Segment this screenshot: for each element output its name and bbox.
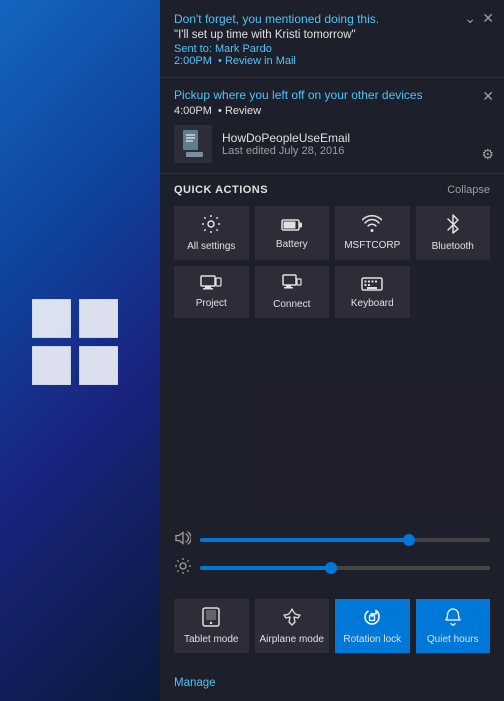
tile-keyboard-label: Keyboard (351, 298, 394, 310)
tile-empty (416, 266, 491, 318)
notification-1-title: Don't forget, you mentioned doing this. (174, 12, 490, 26)
notification-1-sep: • (218, 55, 222, 67)
tile-quiet-hours-label: Quiet hours (427, 634, 479, 646)
quick-actions-title: QUICK ACTIONS (174, 184, 268, 196)
volume-fill (200, 538, 409, 542)
action-center-panel: Don't forget, you mentioned doing this. … (160, 0, 504, 701)
tile-all-settings-label: All settings (187, 241, 235, 253)
tile-battery-label: Battery (276, 239, 308, 251)
notification-1-body: "I'll set up time with Kristi tomorrow" (174, 29, 490, 41)
rotation-lock-icon (362, 607, 382, 630)
bottom-tiles-section: Tablet mode Airplane mode (160, 595, 504, 667)
tile-project-label: Project (196, 298, 227, 310)
brightness-fill (200, 566, 331, 570)
notification-1: Don't forget, you mentioned doing this. … (160, 0, 504, 78)
notification-2-title: Pickup where you left off on your other … (174, 88, 490, 102)
brightness-icon (174, 558, 192, 577)
wifi-icon (362, 215, 382, 236)
notification-2-filename: HowDoPeopleUseEmail (222, 131, 350, 145)
brightness-track[interactable] (200, 566, 490, 570)
bottom-tiles-row: Tablet mode Airplane mode (174, 599, 490, 653)
notification-1-sender: Sent to: Mark Pardo (174, 43, 272, 55)
volume-track[interactable] (200, 538, 490, 542)
notification-2-sep: • (218, 105, 222, 117)
quiet-hours-icon (444, 607, 462, 630)
tile-battery[interactable]: Battery (255, 206, 330, 260)
tile-rotation-lock-label: Rotation lock (343, 634, 401, 646)
notification-2-file-info: HowDoPeopleUseEmail Last edited July 28,… (222, 131, 350, 157)
collapse-button[interactable]: Collapse (447, 184, 490, 196)
volume-icon (174, 531, 192, 548)
settings-icon (201, 214, 221, 237)
tiles-row-2: Project Connect (174, 266, 490, 318)
tile-tablet-mode[interactable]: Tablet mode (174, 599, 249, 653)
close-icon-2[interactable]: ✕ (482, 88, 494, 105)
tile-connect-label: Connect (273, 299, 310, 311)
volume-thumb[interactable] (403, 534, 415, 546)
tablet-mode-icon (202, 607, 220, 630)
bluetooth-icon (446, 214, 460, 237)
tile-connect[interactable]: Connect (255, 266, 330, 318)
airplane-icon (282, 607, 302, 630)
expand-icon[interactable]: ⌄ (464, 10, 476, 27)
keyboard-icon (361, 276, 383, 294)
gear-icon[interactable]: ⚙ (481, 146, 494, 163)
windows-logo (30, 297, 120, 387)
notification-1-action[interactable]: Review in Mail (225, 55, 296, 67)
tiles-row-1: All settings Battery (174, 206, 490, 260)
tile-bluetooth-label: Bluetooth (432, 241, 474, 253)
tile-rotation-lock[interactable]: Rotation lock (335, 599, 410, 653)
tile-tablet-mode-label: Tablet mode (184, 634, 238, 646)
tile-airplane-mode[interactable]: Airplane mode (255, 599, 330, 653)
connect-icon (282, 274, 302, 295)
notification-2-body: HowDoPeopleUseEmail Last edited July 28,… (174, 125, 490, 163)
document-icon (174, 125, 212, 163)
notification-2-action: Review (225, 105, 261, 117)
notification-1-meta: Sent to: Mark Pardo 2:00PM • Review in M… (174, 43, 490, 67)
notification-1-time: 2:00PM (174, 55, 212, 67)
tile-all-settings[interactable]: All settings (174, 206, 249, 260)
notification-2-edited: Last edited July 28, 2016 (222, 145, 350, 157)
project-icon (200, 275, 222, 294)
tile-keyboard[interactable]: Keyboard (335, 266, 410, 318)
notification-2-time: 4:00PM • Review (174, 105, 490, 117)
tile-quiet-hours[interactable]: Quiet hours (416, 599, 491, 653)
quick-actions-section: QUICK ACTIONS Collapse All settings (160, 174, 504, 521)
volume-slider-row (174, 531, 490, 548)
close-icon-1[interactable]: ✕ (482, 10, 494, 27)
manage-link[interactable]: Manage (174, 677, 216, 689)
sliders-section (160, 521, 504, 595)
desktop-background (0, 0, 160, 701)
tile-msftcorp-label: MSFTCORP (344, 240, 400, 252)
tile-msftcorp[interactable]: MSFTCORP (335, 206, 410, 260)
tile-airplane-mode-label: Airplane mode (260, 634, 324, 646)
brightness-thumb[interactable] (325, 562, 337, 574)
manage-row: Manage (160, 667, 504, 701)
notification-2-time-val: 4:00PM (174, 105, 212, 117)
notification-2: Pickup where you left off on your other … (160, 78, 504, 174)
tile-bluetooth[interactable]: Bluetooth (416, 206, 491, 260)
battery-icon (281, 217, 303, 235)
quick-actions-header: QUICK ACTIONS Collapse (174, 184, 490, 196)
tile-project[interactable]: Project (174, 266, 249, 318)
brightness-slider-row (174, 558, 490, 577)
